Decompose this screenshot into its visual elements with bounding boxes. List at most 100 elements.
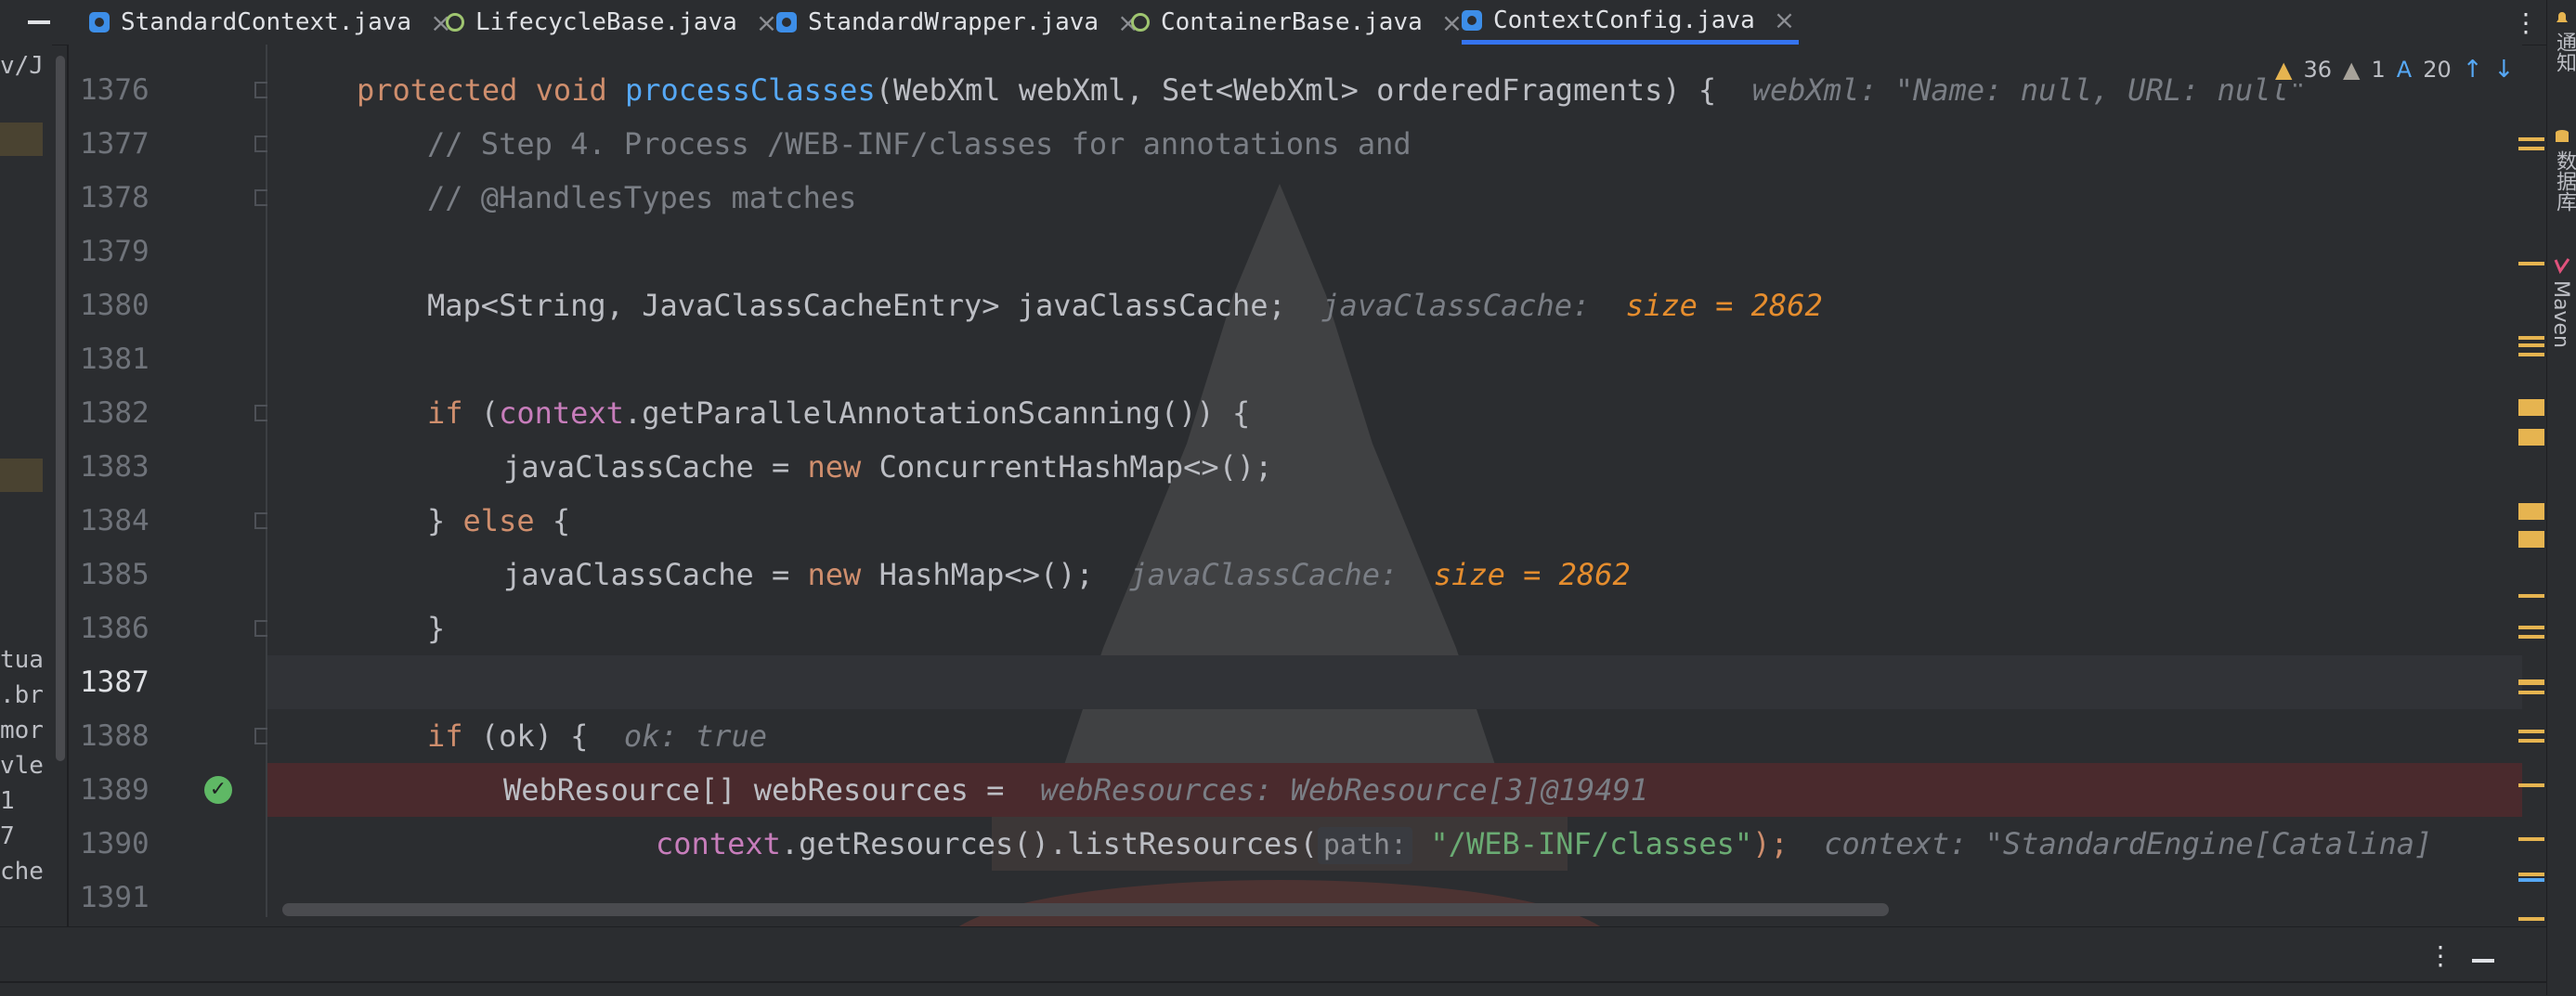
minimize-icon[interactable] [2472,959,2494,963]
line-number: 1388 [80,719,150,753]
tab-lifecycle-base[interactable]: LifecycleBase.java × [446,0,777,45]
close-icon[interactable]: × [756,7,777,38]
inspection-widget[interactable]: ▲ 36 ▲ 1 A 20 ↑ ↓ [2266,56,2524,84]
warning-icon: ▲ [2275,57,2293,83]
panel-text: .br [0,681,44,709]
tab-standard-context[interactable]: StandardContext.java × [89,0,452,45]
code-method-name: processClasses [624,72,876,108]
line-number: 1376 [80,73,150,107]
error-stripe[interactable] [2518,45,2546,926]
debug-inline-value: ok: true [623,718,768,754]
typo-count: 20 [2423,57,2452,83]
line-number: 1380 [80,289,150,322]
code-keyword: else [462,503,535,538]
panel-text: mor [0,717,44,744]
tool-notifications[interactable]: 通知 [2549,32,2576,72]
divider [0,981,2546,983]
panel-scrollbar[interactable] [56,56,65,761]
panel-text: che [0,858,44,886]
abstract-class-icon [1131,13,1150,32]
close-icon[interactable]: × [1441,7,1463,38]
line-number: 1377 [80,127,150,161]
code-line: context.getResources().listResources(pat… [656,817,2522,871]
panel-text: vle [0,752,44,780]
warning-marker[interactable] [2518,336,2544,340]
debug-inline-name: javaClassCache: [1321,288,1591,323]
warning-marker[interactable] [2518,783,2544,787]
code-text: { [534,503,571,538]
warning-marker[interactable] [2518,262,2544,265]
warning-marker[interactable] [2518,503,2544,520]
tab-context-config[interactable]: ContextConfig.java × [1462,0,1800,45]
warning-marker[interactable] [2518,681,2544,694]
panel-text: tua [0,646,44,674]
line-number: 1383 [80,450,150,484]
weak-warning-count: 1 [2371,57,2386,83]
warning-marker[interactable] [2518,429,2544,446]
code-text: .getParallelAnnotationScanning()) { [623,395,1251,431]
next-problem-icon[interactable]: ↓ [2494,56,2515,84]
code-line: protected void processClasses(WebXml web… [357,63,2522,117]
tool-maven[interactable]: Maven [2549,280,2572,348]
code-keyword: new [807,557,879,592]
warning-marker[interactable] [2518,873,2544,876]
line-number: 1390 [80,827,150,860]
code-line: } else { [427,494,2522,548]
code-text: WebResource[] webResources = [503,772,1005,808]
panel-text: 7 [0,822,15,850]
code-field: context [656,826,781,861]
code-line: WebResource[] webResources = webResource… [503,763,2522,817]
code-line: javaClassCache = new HashMap<>(); javaCl… [503,548,2522,601]
more-options-icon[interactable]: ⋮ [2427,940,2453,971]
selected-row-highlight [0,123,43,156]
close-icon[interactable]: × [1774,5,1795,35]
line-number: 1391 [80,881,150,914]
more-tabs-icon[interactable]: ⋮ [2513,7,2539,38]
typo-icon: A [2396,57,2413,83]
warning-marker[interactable] [2518,137,2544,150]
breakpoint-check-icon[interactable]: ✓ [204,776,232,804]
horizontal-scrollbar[interactable] [282,903,1889,916]
warning-marker[interactable] [2518,531,2544,548]
class-icon [89,12,110,32]
collapse-icon[interactable] [28,20,50,24]
previous-problem-icon[interactable]: ↑ [2463,56,2483,84]
tab-label: StandardWrapper.java [808,8,1099,36]
tab-label: ContextConfig.java [1493,6,1755,34]
info-marker[interactable] [2518,878,2544,882]
code-text: } [427,611,446,646]
code-text: (WebXml webXml, Set<WebXml> orderedFragm… [875,72,1717,108]
line-number: 1386 [80,612,150,645]
selected-row-highlight [0,459,43,492]
code-comment: // @HandlesTypes matches [427,180,857,215]
tool-database[interactable]: 数据库 [2549,150,2576,212]
tab-standard-wrapper[interactable]: StandardWrapper.java × [776,0,1139,45]
debug-inline-value: webXml: "Name: null, URL: null" [1751,72,2307,108]
warning-marker[interactable] [2518,594,2544,598]
warning-marker[interactable] [2518,917,2544,921]
code-line: if (ok) { ok: true [427,709,2522,763]
database-icon[interactable] [2553,128,2571,147]
line-number: 1382 [80,396,150,430]
code-text: javaClassCache = [503,449,808,485]
parameter-hint: path: [1317,827,1413,864]
tab-container-base[interactable]: ContainerBase.java × [1131,0,1463,45]
warning-marker[interactable] [2518,399,2544,416]
code-editor[interactable]: protected void processClasses(WebXml web… [267,45,2522,926]
warning-marker[interactable] [2518,626,2544,639]
bell-icon[interactable] [2553,9,2571,28]
code-text: .getResources().listResources( [780,826,1318,861]
code-keyword: new [807,449,879,485]
warning-marker[interactable] [2518,837,2544,841]
tab-label: StandardContext.java [121,8,412,36]
maven-icon[interactable] [2553,256,2571,275]
code-line: Map<String, JavaClassCacheEntry> javaCla… [427,278,2522,332]
line-number: 1389 [80,773,150,807]
warning-marker[interactable] [2518,730,2544,743]
warning-marker[interactable] [2518,343,2544,356]
debug-inline-value: context: "StandardEngine[Catalina] [1824,826,2433,861]
abstract-class-icon [446,13,464,32]
code-keyword: if [427,718,481,754]
line-number: 1379 [80,235,150,268]
code-string: "/WEB-INF/classes" [1430,826,1753,861]
